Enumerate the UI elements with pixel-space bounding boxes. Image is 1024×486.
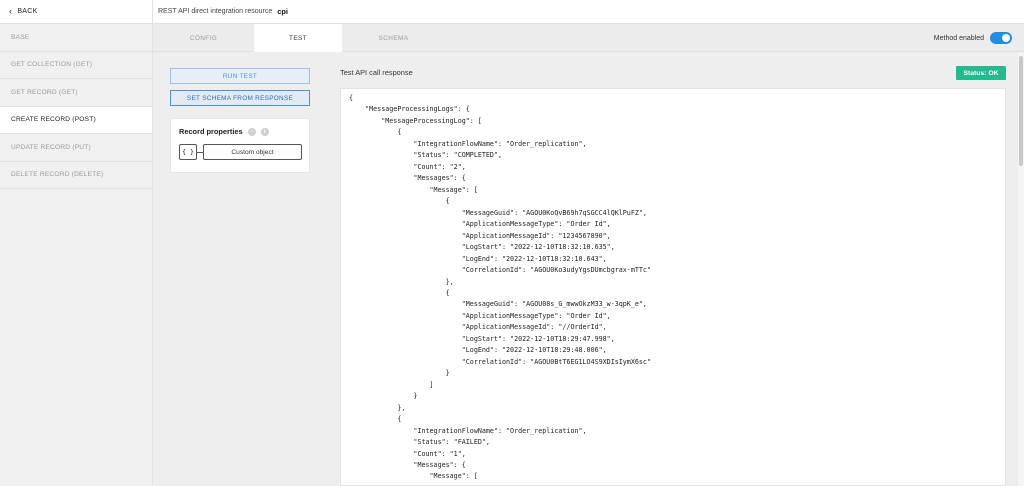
code-line: "MessageProcessingLog": [: [349, 116, 482, 125]
code-line: "Count": "2",: [349, 162, 466, 171]
code-line: {: [349, 415, 402, 424]
code-line: "Status": "COMPLETED",: [349, 151, 502, 160]
code-line: "MessageGuid": "AGOU08s_G_mwwOkzM33_w-3q…: [349, 300, 647, 309]
code-line: "IntegrationFlowName": "Order_replicatio…: [349, 426, 587, 435]
code-line: "Messages": {: [349, 461, 466, 469]
sidebar-item-base[interactable]: BASE: [0, 24, 152, 52]
code-line: "LogEnd": "2022-12-10T18:29:48.006",: [349, 346, 607, 355]
sidebar-item-update-record[interactable]: UPDATE RECORD (PUT): [0, 134, 152, 162]
record-properties-card: Record properties − i { } Custom object: [170, 118, 310, 173]
sidebar-item-create-record[interactable]: CREATE RECORD (POST): [0, 106, 152, 134]
code-line: }: [349, 369, 450, 378]
main-panel: RUN TEST SET SCHEMA FROM RESPONSE Record…: [153, 52, 1024, 486]
header: REST API direct integration resource cpi: [153, 0, 1024, 24]
record-properties-title: Record properties: [179, 127, 243, 136]
response-code-block[interactable]: { "MessageProcessingLogs": { "MessagePro…: [340, 88, 1006, 486]
sidebar-item-get-record[interactable]: GET RECORD (GET): [0, 79, 152, 107]
code-line: "LogEnd": "2022-12-10T18:32:10.643",: [349, 254, 607, 263]
back-label: BACK: [17, 8, 38, 15]
code-line: "MessageGuid": "AGOU0KoQvB69h7qSGCC4lQKl…: [349, 208, 647, 217]
code-line: {: [349, 288, 450, 297]
code-line: "LogStart": "2022-12-10T18:29:47.998",: [349, 334, 615, 343]
code-line: "CorrelationId": "AGOU0BtT6EG1LO4S9XDIsI…: [349, 357, 651, 366]
sidebar: ‹ BACK BASE GET COLLECTION (GET) GET REC…: [0, 0, 153, 486]
tab-bar: CONFIG TEST SCHEMA Method enabled: [153, 24, 1024, 52]
custom-object-node[interactable]: Custom object: [203, 144, 302, 160]
info-icon[interactable]: i: [260, 127, 269, 136]
code-line: {: [349, 128, 402, 137]
code-line: "Message": [: [349, 472, 478, 481]
back-button[interactable]: ‹ BACK: [0, 0, 152, 24]
code-line: "Messages": {: [349, 174, 466, 183]
code-line: "LogStart": "2022-12-10T18:32:10.635",: [349, 243, 615, 252]
method-enabled: Method enabled: [934, 24, 1012, 52]
method-enabled-toggle[interactable]: [990, 32, 1012, 44]
sidebar-item-delete-record[interactable]: DELETE RECORD (DELETE): [0, 162, 152, 189]
code-line: "IntegrationFlowName": "Order_replicatio…: [349, 139, 587, 148]
tab-schema[interactable]: SCHEMA: [342, 24, 445, 52]
code-line: "CorrelationId": "AGOU0Ko3udyYgsDUmcbgra…: [349, 266, 651, 275]
code-line: "Message": [: [349, 185, 478, 194]
collapse-icon[interactable]: −: [247, 127, 256, 136]
page-title: REST API direct integration resource: [158, 8, 273, 15]
run-test-button[interactable]: RUN TEST: [170, 68, 310, 84]
tab-test[interactable]: TEST: [254, 24, 342, 52]
tab-config[interactable]: CONFIG: [153, 24, 254, 52]
response-label: Test API call response: [340, 68, 413, 77]
scrollbar-thumb[interactable]: [1019, 56, 1023, 166]
chevron-left-icon: ‹: [9, 6, 13, 16]
code-line: },: [349, 277, 454, 286]
code-line: "ApplicationMessageType": "Order Id",: [349, 311, 611, 320]
code-line: {: [349, 94, 354, 102]
code-line: {: [349, 197, 450, 206]
code-line: "Status": "FAILED",: [349, 438, 490, 447]
sidebar-item-get-collection[interactable]: GET COLLECTION (GET): [0, 52, 152, 79]
code-line: ]: [349, 380, 434, 389]
page-scrollbar[interactable]: [1018, 52, 1024, 486]
code-line: "ApplicationMessageType": "Order Id",: [349, 220, 611, 229]
record-properties-heading: Record properties − i: [179, 127, 269, 136]
code-line: },: [349, 403, 406, 412]
object-braces-icon: { }: [179, 144, 197, 160]
code-line: }: [349, 392, 418, 401]
set-schema-button[interactable]: SET SCHEMA FROM RESPONSE: [170, 90, 310, 106]
method-enabled-label: Method enabled: [933, 34, 984, 42]
code-line: "ApplicationMessageId": "//OrderId",: [349, 323, 607, 332]
status-badge: Status: OK: [956, 66, 1006, 80]
code-line: "Count": "1",: [349, 449, 466, 458]
code-line: "ApplicationMessageId": "1234567890",: [349, 231, 611, 240]
code-line: "MessageProcessingLogs": {: [349, 105, 470, 114]
resource-name: cpi: [277, 7, 288, 16]
toggle-knob: [1002, 34, 1010, 42]
